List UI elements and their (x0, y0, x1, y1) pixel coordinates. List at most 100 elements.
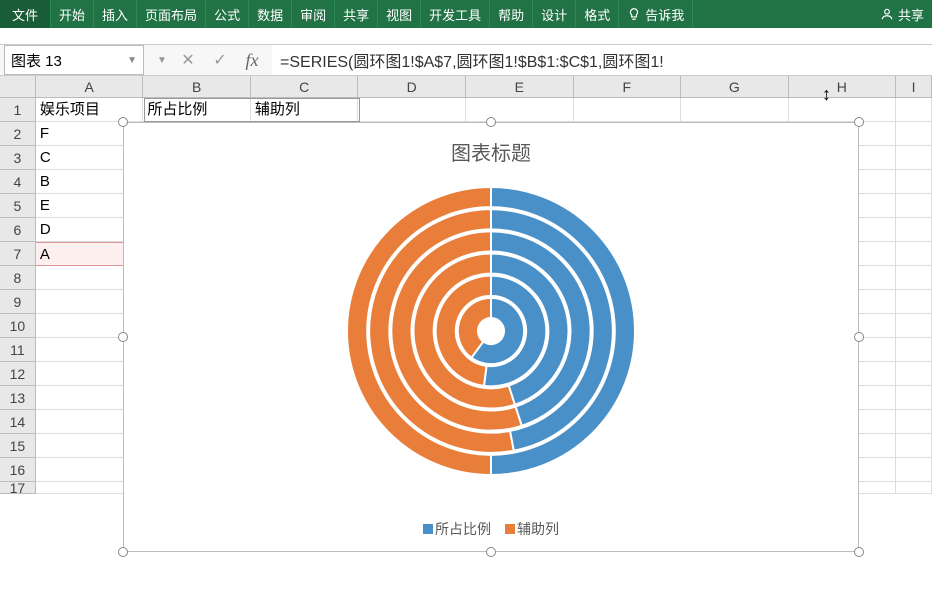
row-header[interactable]: 6 (0, 218, 36, 242)
ribbon-tab-home[interactable]: 开始 (51, 0, 94, 28)
col-header-I[interactable]: I (896, 76, 932, 97)
cell-I7[interactable] (896, 242, 932, 266)
row-header[interactable]: 11 (0, 338, 36, 362)
ribbon-share-label: 共享 (898, 5, 924, 24)
cell-I5[interactable] (896, 194, 932, 218)
cell-I1[interactable] (896, 98, 932, 122)
chart-handle-tr[interactable] (854, 117, 864, 127)
cell-I10[interactable] (896, 314, 932, 338)
legend-label-2: 辅助列 (517, 521, 559, 537)
tell-me[interactable]: 告诉我 (619, 0, 693, 28)
cell-I15[interactable] (896, 434, 932, 458)
fx-button[interactable]: fx (236, 46, 268, 74)
col-header-F[interactable]: F (574, 76, 682, 97)
formula-controls: ▼ ✕ ✓ fx (148, 46, 272, 74)
name-box-value: 图表 13 (11, 50, 62, 71)
ribbon-tab-view[interactable]: 视图 (378, 0, 421, 28)
cell-F1[interactable] (574, 98, 682, 122)
ribbon-tab-layout[interactable]: 页面布局 (137, 0, 206, 28)
formula-dropdown-icon[interactable]: ▼ (152, 46, 172, 74)
ribbon-tab-review[interactable]: 审阅 (292, 0, 335, 28)
row-header[interactable]: 7 (0, 242, 36, 266)
cell-G1[interactable] (681, 98, 789, 122)
row-header[interactable]: 12 (0, 362, 36, 386)
legend-swatch-blue (423, 524, 433, 534)
cell-I2[interactable] (896, 122, 932, 146)
row-header[interactable]: 8 (0, 266, 36, 290)
col-header-H[interactable]: H (789, 76, 897, 97)
col-header-A[interactable]: A (36, 76, 144, 97)
cell-I11[interactable] (896, 338, 932, 362)
cell-I8[interactable] (896, 266, 932, 290)
ribbon-tab-insert[interactable]: 插入 (94, 0, 137, 28)
legend-swatch-orange (505, 524, 515, 534)
row-header[interactable]: 16 (0, 458, 36, 482)
col-header-B[interactable]: B (143, 76, 251, 97)
cell-I14[interactable] (896, 410, 932, 434)
row-header[interactable]: 5 (0, 194, 36, 218)
row-header[interactable]: 2 (0, 122, 36, 146)
chart-handle-br[interactable] (854, 547, 864, 557)
row-header[interactable]: 3 (0, 146, 36, 170)
person-icon (880, 7, 894, 21)
legend-label-1: 所占比例 (435, 521, 491, 537)
accept-formula-button[interactable]: ✓ (204, 46, 236, 74)
ribbon-tab-format[interactable]: 格式 (576, 0, 619, 28)
ribbon-share[interactable]: 共享 (872, 0, 932, 28)
column-headers: A B C D E F G H I (0, 76, 932, 98)
tell-me-label: 告诉我 (645, 5, 684, 24)
ribbon-tab-data[interactable]: 数据 (249, 0, 292, 28)
cell-H1[interactable] (789, 98, 897, 122)
cell-C1[interactable]: 辅助列 (251, 98, 359, 122)
ribbon: 文件 开始 插入 页面布局 公式 数据 审阅 共享 视图 开发工具 帮助 设计 … (0, 0, 932, 28)
cell-I6[interactable] (896, 218, 932, 242)
formula-input[interactable]: =SERIES(圆环图1!$A$7,圆环图1!$B$1:$C$1,圆环图1! (272, 45, 932, 75)
ribbon-subrow (0, 28, 932, 44)
cell-I17[interactable] (896, 482, 932, 494)
row-header[interactable]: 17 (0, 482, 36, 494)
row-header[interactable]: 15 (0, 434, 36, 458)
select-all-corner[interactable] (0, 76, 36, 97)
chart-object[interactable]: 图表标题 所占比例 辅助列 (123, 122, 859, 552)
cell-D1[interactable] (358, 98, 466, 122)
col-header-D[interactable]: D (358, 76, 466, 97)
row-header[interactable]: 4 (0, 170, 36, 194)
row-header[interactable]: 9 (0, 290, 36, 314)
chart-legend[interactable]: 所占比例 辅助列 (124, 519, 858, 539)
lightbulb-icon (627, 7, 641, 21)
cell-I12[interactable] (896, 362, 932, 386)
chart-handle-mr[interactable] (854, 332, 864, 342)
ribbon-tab-help[interactable]: 帮助 (490, 0, 533, 28)
chart-handle-ml[interactable] (118, 332, 128, 342)
chart-handle-tl[interactable] (118, 117, 128, 127)
ribbon-tab-developer[interactable]: 开发工具 (421, 0, 490, 28)
row-header[interactable]: 1 (0, 98, 36, 122)
col-header-G[interactable]: G (681, 76, 789, 97)
col-header-E[interactable]: E (466, 76, 574, 97)
ribbon-tab-formulas[interactable]: 公式 (206, 0, 249, 28)
ribbon-tab-design[interactable]: 设计 (533, 0, 576, 28)
cell-I4[interactable] (896, 170, 932, 194)
spreadsheet-grid: A B C D E F G H I 1娱乐项目所占比例辅助列 2F 3C 4B … (0, 76, 932, 494)
chart-handle-bm[interactable] (486, 547, 496, 557)
cancel-formula-button[interactable]: ✕ (172, 46, 204, 74)
formula-bar: 图表 13 ▼ ▼ ✕ ✓ fx =SERIES(圆环图1!$A$7,圆环图1!… (0, 44, 932, 76)
ribbon-tab-share[interactable]: 共享 (335, 0, 378, 28)
ribbon-tab-file[interactable]: 文件 (0, 0, 51, 28)
name-box[interactable]: 图表 13 ▼ (4, 45, 144, 75)
chart-plot-area[interactable] (341, 181, 641, 481)
cell-E1[interactable] (466, 98, 574, 122)
cell-I13[interactable] (896, 386, 932, 410)
chart-handle-tm[interactable] (486, 117, 496, 127)
row-header[interactable]: 10 (0, 314, 36, 338)
name-box-dropdown-icon[interactable]: ▼ (127, 55, 137, 66)
cell-I16[interactable] (896, 458, 932, 482)
row-header[interactable]: 13 (0, 386, 36, 410)
col-header-C[interactable]: C (251, 76, 359, 97)
row-header[interactable]: 14 (0, 410, 36, 434)
cell-I9[interactable] (896, 290, 932, 314)
chart-handle-bl[interactable] (118, 547, 128, 557)
chart-title[interactable]: 图表标题 (124, 137, 858, 166)
cell-B1[interactable]: 所占比例 (143, 98, 251, 122)
cell-I3[interactable] (896, 146, 932, 170)
